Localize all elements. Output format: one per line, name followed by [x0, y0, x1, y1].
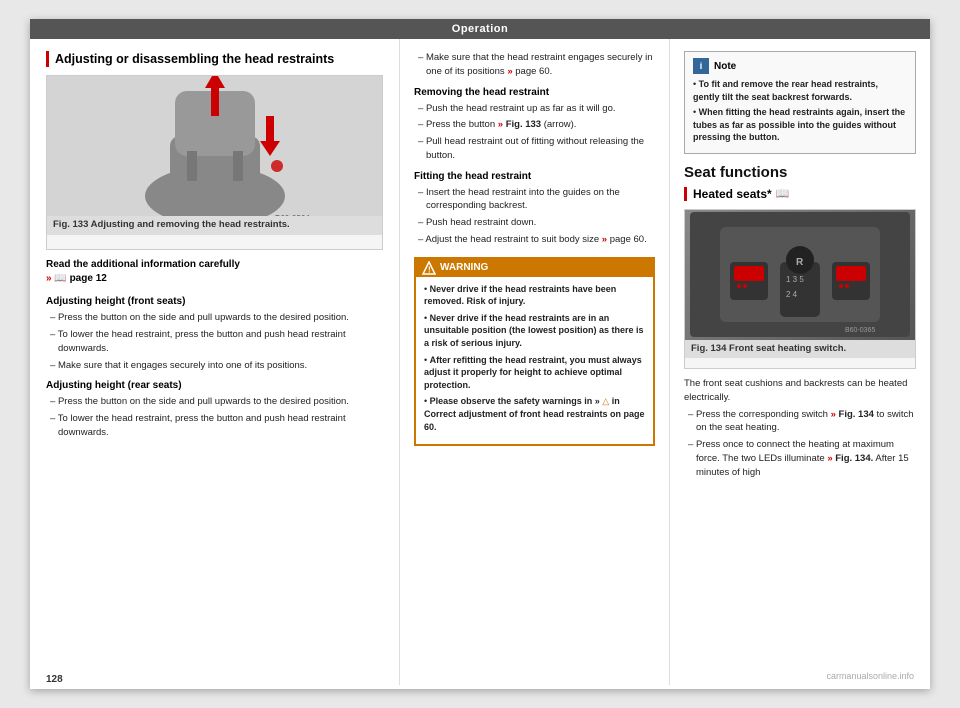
warning-item-1: • Never drive if the head restraints hav… [424, 283, 645, 308]
warning-header: ! WARNING [416, 259, 653, 277]
right-body-text-1: The front seat cushions and backrests ca… [684, 377, 916, 405]
left-section-title: Adjusting or disassembling the head rest… [46, 51, 383, 67]
svg-text:2 4: 2 4 [786, 290, 798, 299]
fitting-heading: Fitting the head restraint [414, 171, 655, 182]
watermark: carmanualsonline.info [826, 671, 914, 681]
fitting-item-2: Push head restraint down. [414, 216, 655, 230]
content: Adjusting or disassembling the head rest… [30, 39, 930, 685]
read-info-ref: page 12 [70, 273, 107, 284]
right-column: i Note • To fit and remove the rear head… [670, 39, 930, 685]
warning-item-3: • After refitting the head restraint, yo… [424, 354, 645, 392]
fitting-item-3: Adjust the head restraint to suit body s… [414, 233, 655, 247]
note-label: Note [714, 61, 736, 72]
middle-column: Make sure that the head restraint engage… [400, 39, 670, 685]
adjusting-front-heading: Adjusting height (front seats) [46, 296, 383, 307]
heated-seats-title: Heated seats* 📖 [684, 187, 916, 201]
figure-133-image: B60-0364 [47, 76, 382, 216]
seat-functions-title: Seat functions [684, 164, 916, 181]
svg-text:B60-0365: B60-0365 [845, 327, 875, 334]
rear-item-2: To lower the head restraint, press the b… [46, 412, 383, 440]
figure-133-box: B60-0364 Fig. 133 Adjusting and removing… [46, 75, 383, 250]
note-text-1: • To fit and remove the rear head restra… [693, 78, 907, 103]
book-icon: 📖 [776, 187, 790, 200]
figure-133-caption: Fig. 133 Adjusting and removing the head… [47, 216, 382, 234]
svg-text:B60-0364: B60-0364 [275, 214, 310, 216]
right-item-1: Press the corresponding switch » Fig. 13… [684, 408, 916, 436]
note-header: i Note [693, 58, 907, 74]
page: Operation Adjusting or disassembling the… [30, 19, 930, 689]
warning-box: ! WARNING • Never drive if the head rest… [414, 257, 655, 447]
seat-heat-svg: R 1 3 5 2 4 [690, 212, 910, 337]
removing-item-1: Push the head restraint up as far as it … [414, 102, 655, 116]
note-icon: i [693, 58, 709, 74]
figure-134-caption-bold: Fig. 134 [691, 343, 726, 354]
warning-item-4: • Please observe the safety warnings in … [424, 395, 645, 433]
read-info-arrow: » [46, 273, 52, 284]
adjusting-rear-heading: Adjusting height (rear seats) [46, 380, 383, 391]
svg-text:R: R [796, 257, 804, 268]
figure-133-caption-bold: Fig. 133 [53, 219, 88, 230]
warning-item-2: • Never drive if the head restraints are… [424, 312, 645, 350]
figure-134-image: R 1 3 5 2 4 [685, 210, 915, 340]
figure-134-caption: Fig. 134 Front seat heating switch. [685, 340, 915, 358]
figure-134-box: R 1 3 5 2 4 [684, 209, 916, 369]
removing-item-3: Pull head restraint out of fitting witho… [414, 135, 655, 163]
figure-134-caption-text: Front seat heating switch. [726, 343, 846, 354]
read-info-icon: 📖 [54, 273, 66, 284]
rear-item-1: Press the button on the side and pull up… [46, 395, 383, 409]
note-box: i Note • To fit and remove the rear head… [684, 51, 916, 154]
front-item-2: To lower the head restraint, press the b… [46, 328, 383, 356]
right-item-2: Press once to connect the heating at max… [684, 438, 916, 479]
make-sure-item: Make sure that the head restraint engage… [414, 51, 655, 79]
head-restraint-svg: B60-0364 [115, 76, 315, 216]
header-title: Operation [452, 23, 508, 35]
warning-label: WARNING [440, 262, 488, 273]
header-bar: Operation [30, 19, 930, 39]
svg-text:1 3 5: 1 3 5 [786, 275, 804, 284]
removing-heading: Removing the head restraint [414, 87, 655, 98]
figure-133-caption-text: Adjusting and removing the head restrain… [88, 219, 289, 230]
read-info: Read the additional information carefull… [46, 258, 383, 286]
front-item-3: Make sure that it engages securely into … [46, 359, 383, 373]
warning-triangle-icon: ! [422, 261, 436, 275]
read-info-text: Read the additional information carefull… [46, 259, 240, 270]
removing-item-2: Press the button » Fig. 133 (arrow). [414, 118, 655, 132]
front-item-1: Press the button on the side and pull up… [46, 311, 383, 325]
note-text-2: • When fitting the head restraints again… [693, 106, 907, 144]
heated-seats-label: Heated seats* [693, 187, 772, 201]
svg-text:!: ! [428, 265, 431, 274]
left-column: Adjusting or disassembling the head rest… [30, 39, 400, 685]
fitting-item-1: Insert the head restraint into the guide… [414, 186, 655, 214]
page-number: 128 [46, 674, 63, 685]
